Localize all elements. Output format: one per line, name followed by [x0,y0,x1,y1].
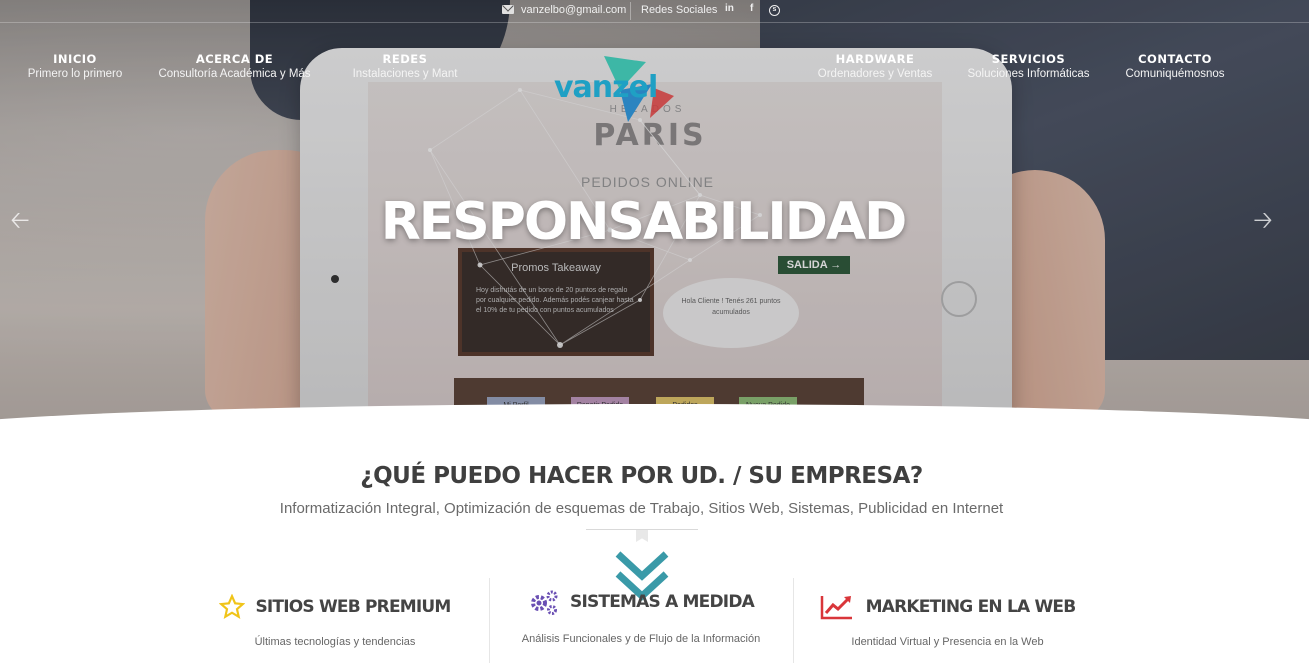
section-divider [586,529,698,530]
nav-item-subtitle: Instalaciones y Mant [352,68,458,80]
logo-text: vanzel [554,70,658,105]
feature-heading: SITIOS WEB PREMIUM [210,594,460,620]
nav-item-subtitle: Soluciones Informáticas [967,68,1090,80]
slider-next-arrow-icon[interactable]: 🡢 [1250,208,1276,234]
feature-sitios-web[interactable]: SITIOS WEB PREMIUM Últimas tecnologías y… [210,594,460,651]
nav-item-title: ACERCA DE [195,52,274,66]
nav-item-title: REDES [382,52,428,66]
star-icon [219,594,246,619]
nav-item-acerca-de[interactable]: ACERCA DE Consultoría Académica y Más [152,52,317,82]
nav-item-title: INICIO [53,52,97,66]
hero-slogan: RESPONSABILIDAD [380,192,908,252]
top-bar-divider [630,2,631,20]
nav-item-inicio[interactable]: INICIO Primero lo primero [16,52,134,82]
nav-item-subtitle: Ordenadores y Ventas [817,68,933,80]
nav-item-servicios[interactable]: SERVICIOS Soluciones Informáticas [958,52,1099,82]
site-logo[interactable]: vanzel [554,50,704,130]
feature-divider [489,578,490,663]
nav-item-subtitle: Consultoría Académica y Más [158,68,311,80]
nav-item-title: SERVICIOS [991,52,1066,66]
feature-marketing[interactable]: MARKETING EN LA WEB Identidad Virtual y … [815,594,1080,651]
nav-item-title: HARDWARE [835,52,915,66]
skype-icon[interactable]: s [769,5,780,16]
top-bar: vanzelbo@gmail.com Redes Sociales in f s [0,0,1309,23]
nav-item-subtitle: Primero lo primero [27,68,123,80]
slider-prev-arrow-icon[interactable]: 🡠 [7,208,33,234]
nav-item-subtitle: Comuniquémosnos [1125,68,1225,80]
feature-title: SITIOS WEB PREMIUM [255,597,451,617]
divider-ribbon-icon [636,530,648,542]
feature-title: MARKETING EN LA WEB [865,597,1077,617]
nav-item-redes[interactable]: REDES Instalaciones y Mant [340,52,470,82]
feature-divider [793,578,794,663]
feature-sistemas[interactable]: SISTEMAS A MEDIDA Análisis Funcionales y… [516,588,766,648]
nav-item-title: CONTACTO [1138,52,1212,66]
social-label: Redes Sociales [641,4,718,16]
nav-item-hardware[interactable]: HARDWARE Ordenadores y Ventas [810,52,940,82]
hero-bottom-curve [0,404,1309,440]
linkedin-icon[interactable]: in [725,3,734,14]
feature-description: Identidad Virtual y Presencia en la Web [851,636,1044,648]
section-title: ¿QUÉ PUEDO HACER POR UD. / SU EMPRESA? [360,463,923,489]
gears-icon [531,590,558,615]
feature-description: Últimas tecnologías y tendencias [254,636,416,648]
feature-description: Análisis Funcionales y de Flujo de la In… [521,633,761,645]
line-chart-icon [820,596,852,620]
feature-heading: MARKETING EN LA WEB [815,594,1080,620]
facebook-icon[interactable]: f [750,3,753,14]
feature-title: SISTEMAS A MEDIDA [570,592,755,612]
nav-item-contacto[interactable]: CONTACTO Comuniquémosnos [1117,52,1233,82]
feature-heading: SISTEMAS A MEDIDA [516,588,766,616]
mail-icon [502,5,514,14]
section-subtitle: Informatización Integral, Optimización d… [279,500,1004,517]
contact-email-link[interactable]: vanzelbo@gmail.com [521,4,626,16]
